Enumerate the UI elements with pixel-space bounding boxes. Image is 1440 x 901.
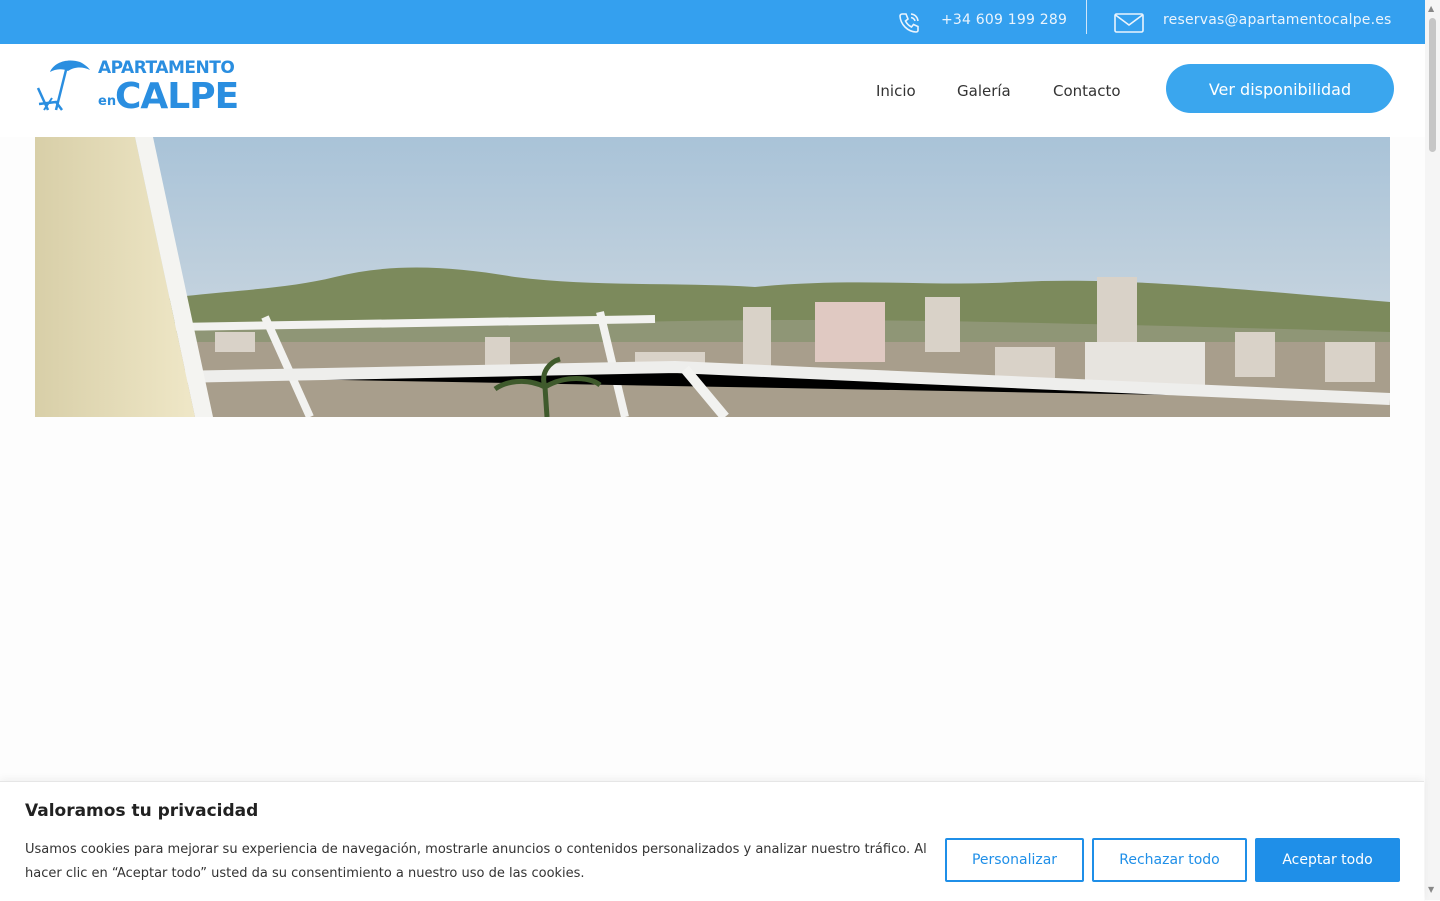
logo-text-city: CALPE bbox=[115, 76, 239, 117]
email-link[interactable]: reservas@apartamentocalpe.es bbox=[1163, 12, 1392, 28]
logo-text-top: APARTAMENTO bbox=[98, 58, 235, 78]
check-availability-button[interactable]: Ver disponibilidad bbox=[1166, 64, 1394, 113]
cookie-title: Valoramos tu privacidad bbox=[25, 801, 259, 821]
reject-all-button[interactable]: Rechazar todo bbox=[1092, 838, 1247, 882]
nav-contacto[interactable]: Contacto bbox=[1053, 82, 1121, 100]
customize-button[interactable]: Personalizar bbox=[945, 838, 1084, 882]
phone-link[interactable]: +34 609 199 289 bbox=[941, 12, 1067, 28]
site-header: APARTAMENTO en CALPE Inicio Galería Cont… bbox=[0, 44, 1425, 137]
hero-image bbox=[35, 137, 1390, 417]
scroll-up-icon[interactable]: ▲ bbox=[1428, 4, 1434, 13]
topbar-divider bbox=[1086, 0, 1087, 34]
logo-text-en: en bbox=[98, 94, 117, 109]
cookie-text: Usamos cookies para mejorar su experienc… bbox=[25, 842, 927, 881]
cookie-banner: Valoramos tu privacidad Usamos cookies p… bbox=[0, 781, 1424, 901]
mail-icon bbox=[1114, 13, 1144, 33]
scrollbar-thumb[interactable] bbox=[1429, 18, 1436, 152]
site-logo[interactable]: APARTAMENTO en CALPE bbox=[36, 56, 239, 117]
scroll-down-icon[interactable]: ▼ bbox=[1428, 885, 1434, 894]
page-scrollbar[interactable]: ▲ ▼ bbox=[1425, 0, 1440, 900]
nav-inicio[interactable]: Inicio bbox=[876, 82, 916, 100]
phone-icon bbox=[899, 13, 919, 33]
nav-galeria[interactable]: Galería bbox=[957, 82, 1011, 100]
beach-umbrella-icon bbox=[36, 60, 90, 111]
top-contact-bar: +34 609 199 289 reservas@apartamentocalp… bbox=[0, 0, 1425, 44]
accept-all-button[interactable]: Aceptar todo bbox=[1255, 838, 1400, 882]
